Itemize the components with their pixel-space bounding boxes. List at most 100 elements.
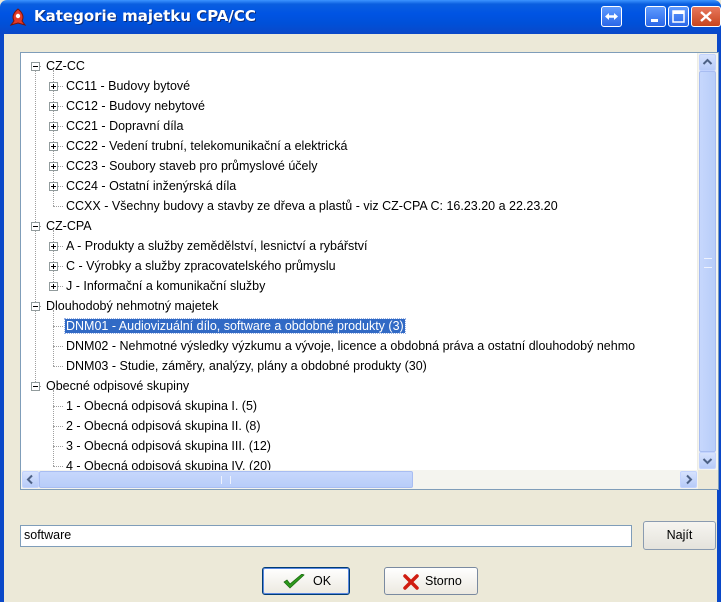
tree-guide-line (53, 390, 54, 466)
maximize-button[interactable] (668, 6, 689, 27)
tree-item-node[interactable]: DNM02 - Nehmotné výsledky výzkumu a vývo… (65, 336, 636, 356)
tree-node-label: DNM03 - Studie, záměry, analýzy, plány a… (66, 359, 427, 373)
tree-node-label: 1 - Obecná odpisová skupina I. (5) (66, 399, 258, 413)
expand-plus-icon[interactable] (49, 182, 58, 191)
vertical-scrollbar[interactable] (697, 53, 718, 470)
tree-branch-line (53, 466, 63, 467)
tree-node-label: CC21 - Dopravní díla (66, 119, 184, 133)
search-input[interactable]: software (20, 525, 632, 547)
tree-node-label: CC11 - Budovy bytové (66, 79, 191, 93)
expand-arrows-button[interactable] (601, 6, 622, 27)
window-border-left (0, 34, 4, 602)
expand-plus-icon[interactable] (49, 102, 58, 111)
expand-plus-icon[interactable] (49, 82, 58, 91)
tree-viewport: CZ-CC CC11 - Budovy bytové CC12 - Budovy n… (21, 53, 698, 470)
tree-item-node[interactable]: CC24 - Ostatní inženýrská díla (65, 176, 237, 196)
tree-item-node[interactable]: CC23 - Soubory staveb pro průmyslové úče… (65, 156, 319, 176)
tree-node-label: 4 - Obecná odpisová skupina IV. (20) (66, 459, 272, 470)
tree-node-label: J - Informační a komunikační služby (66, 279, 266, 293)
expand-arrows-icon (605, 13, 618, 20)
tree-node-label: CC12 - Budovy nebytové (66, 99, 205, 113)
tree-branch-line (53, 326, 63, 327)
collapse-minus-icon[interactable] (31, 302, 40, 311)
tree-item-node[interactable]: J - Informační a komunikační služby (65, 276, 266, 296)
tree-branch-line (53, 366, 63, 367)
scroll-up-button[interactable] (699, 54, 716, 71)
tree-node-label: 2 - Obecná odpisová skupina II. (8) (66, 419, 261, 433)
tree-guide-line (53, 230, 54, 286)
cancel-button[interactable]: Storno (384, 567, 478, 595)
close-button[interactable] (691, 6, 721, 27)
checkmark-icon (283, 574, 305, 589)
tree-node-label: CC24 - Ostatní inženýrská díla (66, 179, 237, 193)
scroll-corner (698, 470, 718, 489)
tree-item-node[interactable]: C - Výrobky a služby zpracovatelského pr… (65, 256, 337, 276)
scroll-up-icon (702, 58, 713, 65)
scroll-right-icon (686, 474, 693, 485)
tree-item-node[interactable]: 3 - Obecná odpisová skupina III. (12) (65, 436, 272, 456)
tree-item-node[interactable]: CC11 - Budovy bytové (65, 76, 191, 96)
tree-item-node[interactable]: A - Produkty a služby zemědělství, lesni… (65, 236, 369, 256)
collapse-minus-icon[interactable] (31, 382, 40, 391)
tree-node-label: CC23 - Soubory staveb pro průmyslové úče… (66, 159, 318, 173)
tree-node-label: 3 - Obecná odpisová skupina III. (12) (66, 439, 271, 453)
expand-plus-icon[interactable] (49, 262, 58, 271)
tree-node-label: DNM01 - Audiovizuální dílo, software a o… (64, 318, 406, 334)
tree-node-label: Obecné odpisové skupiny (46, 379, 190, 393)
find-button[interactable]: Najít (643, 521, 716, 550)
tree-group-node[interactable]: Dlouhodobý nehmotný majetek (45, 296, 219, 316)
title-bar[interactable]: Kategorie majetku CPA/CC (0, 0, 721, 34)
tree-branch-line (53, 406, 63, 407)
tree-guide-line (53, 310, 54, 366)
tree-item-node[interactable]: CC12 - Budovy nebytové (65, 96, 206, 116)
vertical-scroll-thumb[interactable] (699, 71, 716, 452)
collapse-minus-icon[interactable] (31, 222, 40, 231)
tree-group-node[interactable]: CZ-CC (45, 56, 86, 76)
tree-item-node[interactable]: CC22 - Vedení trubní, telekomunikační a … (65, 136, 348, 156)
scroll-right-button[interactable] (680, 471, 697, 488)
scroll-down-icon (702, 458, 713, 465)
minimize-icon (651, 19, 658, 22)
tree-node-label: DNM02 - Nehmotné výsledky výzkumu a vývo… (66, 339, 636, 353)
app-icon (9, 8, 27, 26)
scroll-down-button[interactable] (699, 452, 716, 469)
tree-item-node[interactable]: DNM01 - Audiovizuální dílo, software a o… (64, 316, 406, 336)
ok-label: OK (313, 574, 332, 588)
tree-item-node[interactable]: CC21 - Dopravní díla (65, 116, 184, 136)
tree-node-label: Dlouhodobý nehmotný majetek (46, 299, 219, 313)
scroll-left-button[interactable] (22, 471, 39, 488)
thumb-grip (221, 476, 231, 484)
expand-plus-icon[interactable] (49, 162, 58, 171)
expand-plus-icon[interactable] (49, 122, 58, 131)
window-title: Kategorie majetku CPA/CC (34, 7, 256, 25)
category-tree[interactable]: CZ-CC CC11 - Budovy bytové CC12 - Budovy n… (20, 52, 719, 490)
tree-node-label: CCXX - Všechny budovy a stavby ze dřeva … (66, 199, 558, 213)
tree-node-label: CZ-CPA (46, 219, 92, 233)
tree-node-label: CZ-CC (46, 59, 85, 73)
ok-button[interactable]: OK (262, 567, 350, 595)
horizontal-scroll-thumb[interactable] (39, 471, 413, 488)
tree-item-node[interactable]: 2 - Obecná odpisová skupina II. (8) (65, 416, 262, 436)
minimize-button[interactable] (645, 6, 666, 27)
expand-plus-icon[interactable] (49, 282, 58, 291)
close-icon (700, 11, 712, 22)
tree-group-node[interactable]: Obecné odpisové skupiny (45, 376, 190, 396)
horizontal-scrollbar[interactable] (21, 470, 698, 489)
expand-plus-icon[interactable] (49, 242, 58, 251)
cancel-label: Storno (425, 574, 462, 588)
tree-branch-line (53, 346, 63, 347)
tree-item-node[interactable]: 1 - Obecná odpisová skupina I. (5) (65, 396, 258, 416)
tree-node-label: A - Produkty a služby zemědělství, lesni… (66, 239, 368, 253)
tree-node-label: C - Výrobky a služby zpracovatelského pr… (66, 259, 336, 273)
scroll-left-icon (26, 474, 33, 485)
tree-item-node[interactable]: 4 - Obecná odpisová skupina IV. (20) (65, 456, 272, 470)
tree-branch-line (53, 426, 63, 427)
expand-plus-icon[interactable] (49, 142, 58, 151)
collapse-minus-icon[interactable] (31, 62, 40, 71)
tree-item-node[interactable]: DNM03 - Studie, záměry, analýzy, plány a… (65, 356, 428, 376)
tree-node-label: CC22 - Vedení trubní, telekomunikační a … (66, 139, 348, 153)
tree-group-node[interactable]: CZ-CPA (45, 216, 93, 236)
cross-icon (403, 574, 419, 590)
thumb-grip (704, 258, 712, 268)
tree-item-node[interactable]: CCXX - Všechny budovy a stavby ze dřeva … (65, 196, 559, 216)
